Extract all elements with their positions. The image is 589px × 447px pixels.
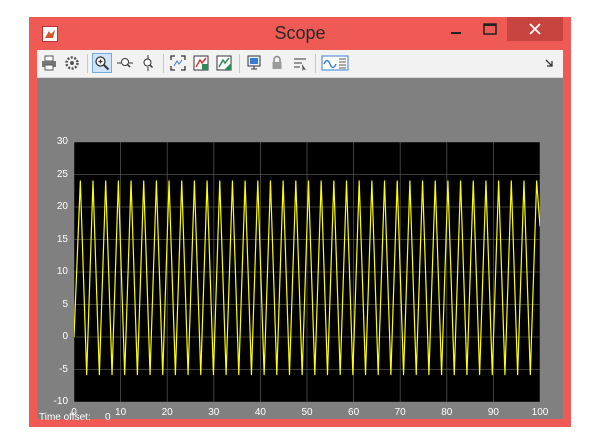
lock-button[interactable] [267,53,287,73]
signal-selection-button[interactable] [290,53,310,73]
floating-scope-button[interactable] [244,53,264,73]
zoom-y-button[interactable] [138,53,158,73]
signal-selection-icon [294,58,306,71]
print-icon [42,55,56,71]
y-tick-label: 30 [56,136,68,147]
x-tick-label: 30 [208,407,220,418]
title-bar[interactable]: Scope [29,17,571,49]
restore-axes-limits-button[interactable] [214,53,234,73]
toolbar-dropdown-icon [545,59,553,67]
y-tick-label: -10 [53,396,68,407]
x-tick-label: 40 [254,407,266,418]
y-tick-label: 5 [62,298,68,310]
close-button[interactable] [507,17,563,41]
minimize-button[interactable] [439,17,473,41]
y-tick-label: 25 [56,168,68,180]
zoom-x-icon [117,58,133,68]
y-tick-label: -5 [59,363,68,375]
x-tick-label: 70 [394,407,406,418]
y-tick-label: 20 [56,201,68,212]
scope-window: Scope 30 25 20 15 10 5 0 -5 -10 0 10 20 … [29,17,571,427]
settings-button[interactable] [62,53,82,73]
toolbar [37,50,563,78]
gear-icon [65,56,79,70]
minimize-icon [451,32,461,34]
y-tick-label: 15 [56,233,68,245]
figure-area: 30 25 20 15 10 5 0 -5 -10 0 10 20 30 40 50 60 70 80 90 100… [37,78,563,423]
toolbar-separator [163,54,164,73]
x-tick-label: 50 [301,407,313,418]
x-tick-label: 100 [531,407,549,418]
zoom-in-button[interactable] [92,53,112,73]
zoom-in-icon [95,56,110,71]
x-tick-label: 60 [348,407,360,418]
lock-icon [272,55,282,69]
y-tick-label: 10 [56,266,68,277]
plot-axes[interactable] [73,141,541,403]
close-icon [529,23,541,35]
time-offset-label: Time offset: [39,412,91,423]
restore-axes-limits-icon [216,55,232,71]
x-tick-label: 90 [487,407,499,418]
autoscale-icon [170,55,186,71]
y-tick-label: 0 [62,331,68,342]
maximize-button[interactable] [473,17,507,41]
client-area: 30 25 20 15 10 5 0 -5 -10 0 10 20 30 40 50 60 70 80 90 100… [37,50,563,423]
scope-plot [73,141,541,403]
zoom-x-button[interactable] [115,53,135,73]
time-offset-value: 0 [105,412,111,423]
maximize-icon [483,23,497,35]
parameters-icon [321,55,349,71]
toolbar-separator [87,54,88,73]
print-button[interactable] [39,53,59,73]
save-axes-limits-icon [193,55,209,71]
toolbar-separator [315,54,316,73]
x-tick-label: 80 [441,407,453,418]
autoscale-button[interactable] [168,53,188,73]
toolbar-dropdown-button[interactable] [539,53,559,73]
floating-scope-icon [247,55,261,70]
toolbar-separator [239,54,240,73]
zoom-y-icon [143,55,154,71]
save-axes-limits-button[interactable] [191,53,211,73]
parameters-button[interactable] [320,53,350,73]
x-tick-label: 20 [161,407,173,418]
